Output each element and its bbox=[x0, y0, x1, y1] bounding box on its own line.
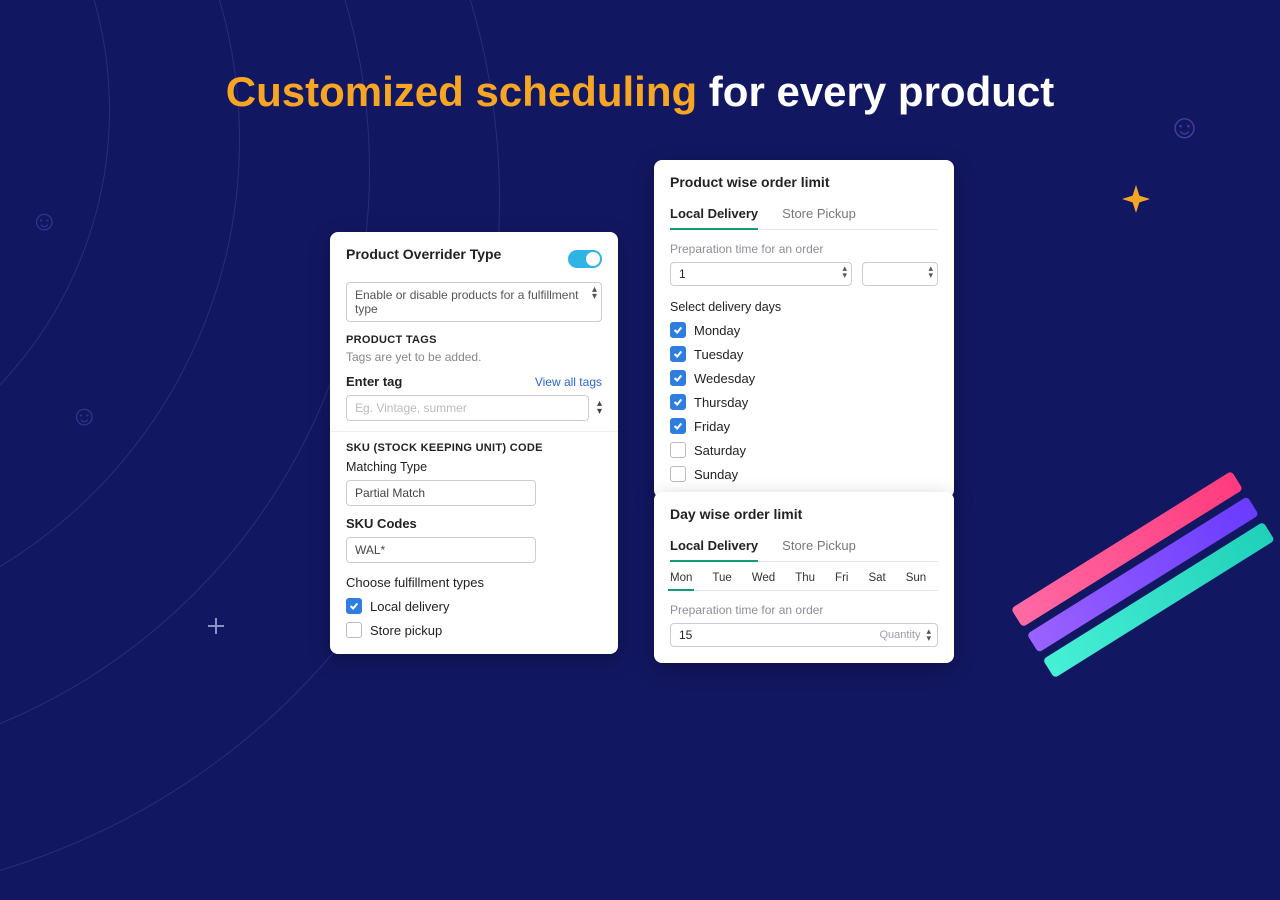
delivery-day-option[interactable]: Saturday bbox=[670, 442, 938, 458]
overrider-toggle[interactable] bbox=[568, 250, 602, 268]
tab-store-pickup[interactable]: Store Pickup bbox=[782, 200, 856, 229]
option-label: Local delivery bbox=[370, 599, 450, 614]
emoji-icon: ☺ bbox=[70, 400, 99, 432]
checkbox[interactable] bbox=[670, 346, 686, 362]
page-title: Customized scheduling for every product bbox=[0, 68, 1280, 116]
tab-local-delivery[interactable]: Local Delivery bbox=[670, 532, 758, 561]
quantity-label: Quantity bbox=[874, 629, 927, 641]
product-tags-heading: PRODUCT TAGS bbox=[346, 334, 602, 346]
day-label: Friday bbox=[694, 419, 730, 434]
delivery-day-option[interactable]: Tuesday bbox=[670, 346, 938, 362]
tab-local-delivery[interactable]: Local Delivery bbox=[670, 200, 758, 229]
day-label: Wedesday bbox=[694, 371, 755, 386]
delivery-day-option[interactable]: Wedesday bbox=[670, 370, 938, 386]
checkbox[interactable] bbox=[670, 442, 686, 458]
tag-spinner[interactable]: ▴▾ bbox=[597, 400, 602, 416]
checkbox[interactable] bbox=[670, 370, 686, 386]
product-overrider-card: Product Overrider Type Enable or disable… bbox=[330, 232, 618, 654]
product-tags-hint: Tags are yet to be added. bbox=[346, 350, 602, 364]
card3-title: Day wise order limit bbox=[670, 506, 938, 522]
day-prep-value: 15 bbox=[671, 624, 874, 646]
headline-accent: Customized scheduling bbox=[226, 68, 697, 115]
checkbox[interactable] bbox=[346, 598, 362, 614]
checkbox[interactable] bbox=[670, 418, 686, 434]
day-label: Sunday bbox=[694, 467, 738, 482]
prep-time-value-input[interactable]: 1 ▴▾ bbox=[670, 262, 852, 286]
day-prep-input[interactable]: 15 Quantity ▴▾ bbox=[670, 623, 938, 647]
view-all-tags-link[interactable]: View all tags bbox=[535, 375, 602, 389]
prep-time-value: 1 bbox=[679, 267, 686, 281]
delivery-day-option[interactable]: Thursday bbox=[670, 394, 938, 410]
checkbox[interactable] bbox=[670, 394, 686, 410]
overrider-type-select[interactable]: Enable or disable products for a fulfill… bbox=[346, 282, 602, 322]
tag-input[interactable] bbox=[346, 395, 589, 421]
fulfillment-option[interactable]: Store pickup bbox=[346, 622, 602, 638]
card2-title: Product wise order limit bbox=[670, 174, 938, 190]
card1-title: Product Overrider Type bbox=[346, 246, 501, 262]
delivery-days-label: Select delivery days bbox=[670, 300, 938, 314]
tab-store-pickup[interactable]: Store Pickup bbox=[782, 532, 856, 561]
daytab-fri[interactable]: Fri bbox=[835, 572, 848, 590]
sku-codes-label: SKU Codes bbox=[346, 516, 602, 531]
sku-heading: SKU (STOCK KEEPING UNIT) CODE bbox=[346, 442, 602, 454]
daytab-mon[interactable]: Mon bbox=[670, 572, 692, 590]
matching-type-input[interactable] bbox=[346, 480, 536, 506]
product-wise-limit-card: Product wise order limit Local Delivery S… bbox=[654, 160, 954, 498]
prep-time-unit-select[interactable]: ▴▾ bbox=[862, 262, 938, 286]
daytab-tue[interactable]: Tue bbox=[712, 572, 731, 590]
delivery-day-option[interactable]: Sunday bbox=[670, 466, 938, 482]
overrider-type-value: Enable or disable products for a fulfill… bbox=[355, 288, 578, 316]
day-label: Thursday bbox=[694, 395, 748, 410]
day-label: Monday bbox=[694, 323, 740, 338]
prep-time-label: Preparation time for an order bbox=[670, 242, 938, 256]
checkbox[interactable] bbox=[346, 622, 362, 638]
star-icon bbox=[1122, 185, 1150, 213]
daytab-thu[interactable]: Thu bbox=[795, 572, 815, 590]
sku-codes-input[interactable] bbox=[346, 537, 536, 563]
emoji-icon: ☺ bbox=[30, 205, 59, 237]
daytab-wed[interactable]: Wed bbox=[752, 572, 775, 590]
enter-tag-label: Enter tag bbox=[346, 374, 402, 389]
headline-rest: for every product bbox=[697, 68, 1054, 115]
day-prep-label: Preparation time for an order bbox=[670, 603, 938, 617]
day-wise-limit-card: Day wise order limit Local Delivery Store… bbox=[654, 492, 954, 663]
daytab-sat[interactable]: Sat bbox=[868, 572, 885, 590]
fulfillment-option[interactable]: Local delivery bbox=[346, 598, 602, 614]
crosshair-icon bbox=[208, 618, 224, 634]
day-label: Saturday bbox=[694, 443, 746, 458]
day-label: Tuesday bbox=[694, 347, 743, 362]
checkbox[interactable] bbox=[670, 466, 686, 482]
fulfillment-label: Choose fulfillment types bbox=[346, 575, 602, 590]
delivery-day-option[interactable]: Monday bbox=[670, 322, 938, 338]
matching-type-label: Matching Type bbox=[346, 460, 602, 474]
stripes-decoration bbox=[1011, 471, 1280, 829]
option-label: Store pickup bbox=[370, 623, 442, 638]
delivery-day-option[interactable]: Friday bbox=[670, 418, 938, 434]
checkbox[interactable] bbox=[670, 322, 686, 338]
daytab-sun[interactable]: Sun bbox=[906, 572, 926, 590]
